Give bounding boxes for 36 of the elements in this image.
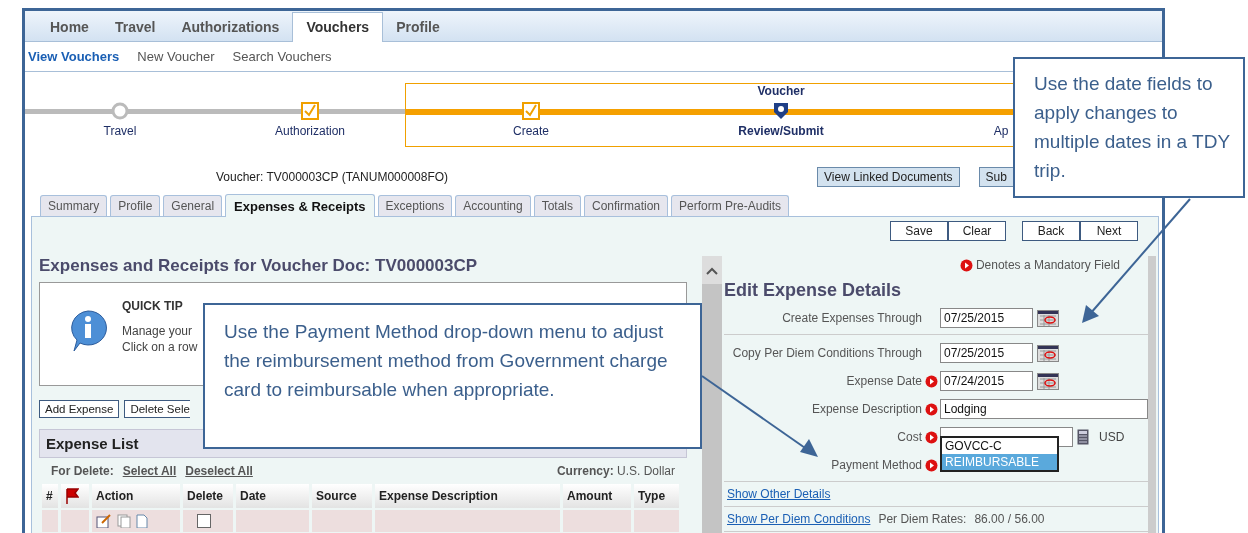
field-label: Create Expenses Through [781, 311, 922, 325]
tip-text: Manage your [122, 323, 194, 339]
column-header: Source [312, 484, 372, 508]
step-label: Travel [103, 124, 137, 138]
currency-value: U.S. Dollar [617, 464, 675, 478]
form-title: Edit Expense Details [724, 280, 903, 302]
column-header: Amount [563, 484, 631, 508]
step-label: Authorization [274, 124, 345, 138]
step-title: Voucher [757, 84, 805, 98]
column-header: Expense Description [375, 484, 560, 508]
step-label: Create [513, 124, 549, 138]
column-header: # [42, 484, 58, 508]
for-delete-label: For Delete: [51, 464, 114, 478]
step-label: Ap [993, 124, 1009, 138]
tip-title: QUICK TIP [122, 299, 184, 313]
field-label: Expense Description [810, 402, 922, 416]
column-header: Delete [183, 484, 233, 508]
tip-text: Click on a row [122, 339, 198, 355]
field-label: Payment Method [830, 458, 922, 472]
voucher-number: Voucher: TV000003CP (TANUM000008FO) [216, 170, 450, 184]
field-label: Copy Per Diem Conditions Through [731, 346, 922, 360]
section-title: Expenses and Receipts for Voucher Doc: TV000003CP [39, 256, 479, 277]
step-label: Review/Submit [738, 124, 824, 138]
mandatory-note: Denotes a Mandatory Field [975, 258, 1120, 272]
currency-label: Currency: [556, 464, 614, 478]
rates-label: Per Diem Rates: [878, 512, 967, 526]
list-title: Expense List [46, 435, 139, 452]
column-header: Date [236, 484, 309, 508]
currency-unit: USD [1099, 430, 1125, 444]
column-header: Type [634, 484, 679, 508]
callout: Use the Payment Method drop-down menu to adjust the reimbursement method from Government charge card to reimbursable when appropriate. [203, 303, 702, 449]
rates-value: 86.00 / 56.00 [974, 512, 1045, 526]
callout: Use the date fields to apply changes to multiple dates in a TDY trip. [1013, 57, 1245, 198]
column-header: Action [92, 484, 180, 508]
field-label: Cost [896, 430, 922, 444]
field-label: Expense Date [845, 374, 922, 388]
